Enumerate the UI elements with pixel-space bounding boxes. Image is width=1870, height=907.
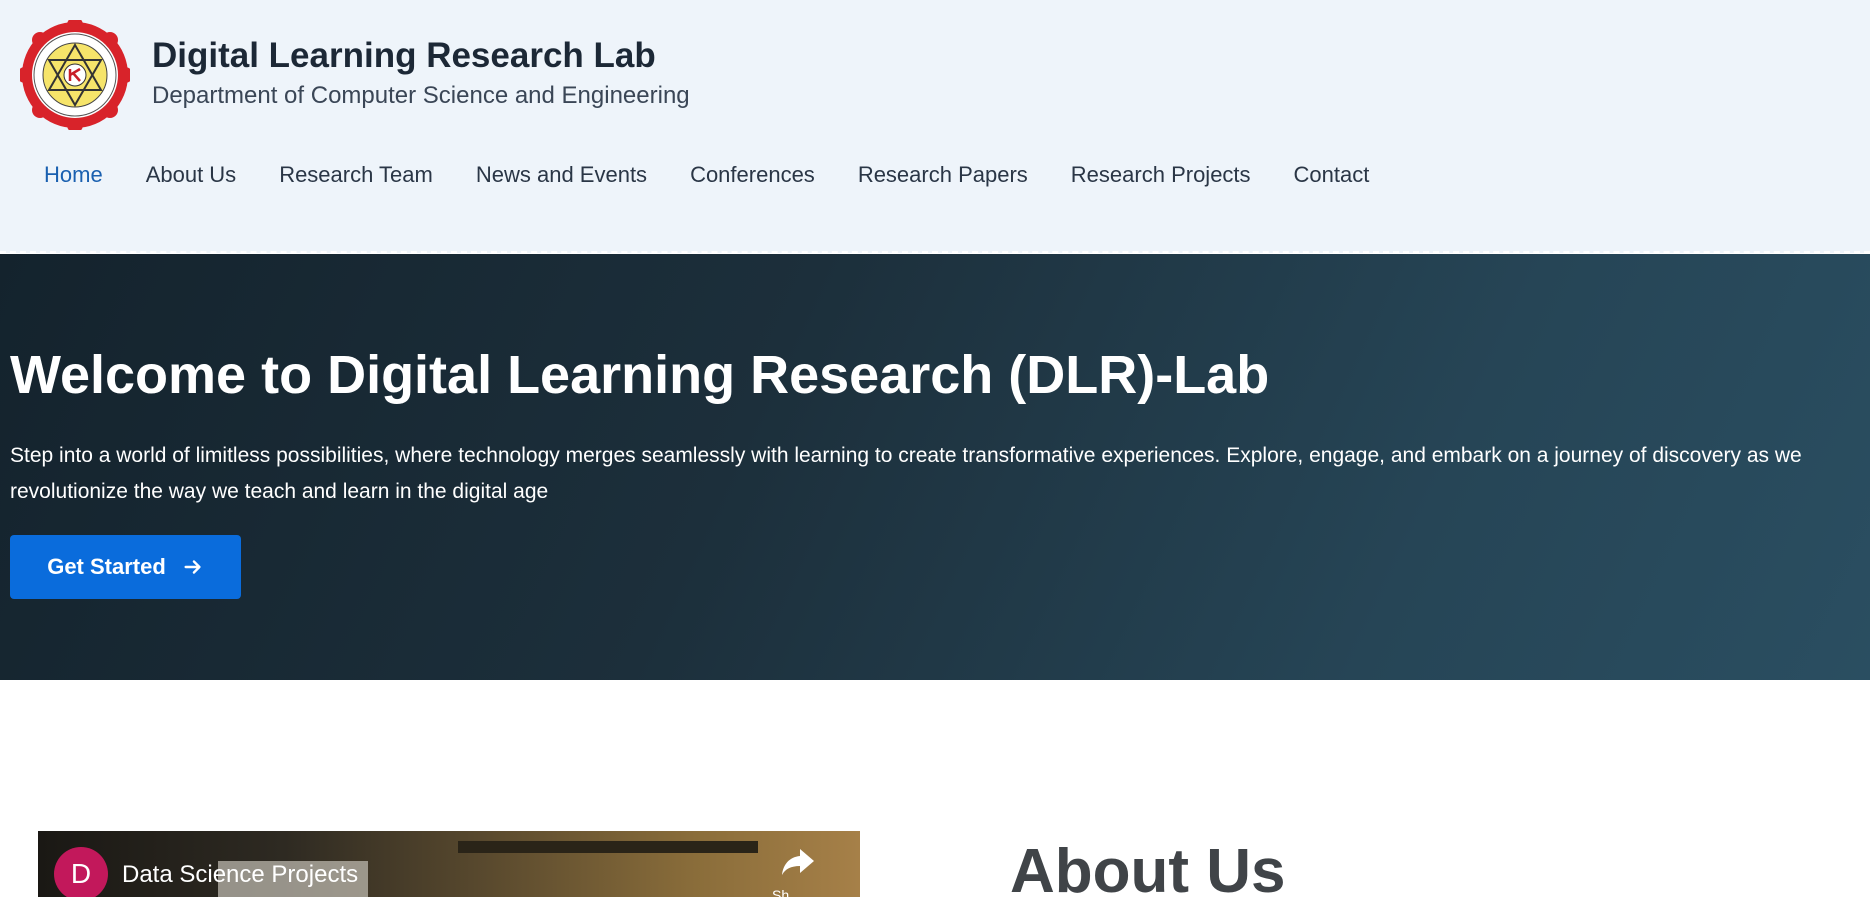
- nav-item-home[interactable]: Home: [44, 162, 103, 188]
- nav-item-research-team[interactable]: Research Team: [279, 162, 433, 188]
- nav-item-research-papers[interactable]: Research Papers: [858, 162, 1028, 188]
- arrow-right-icon: [184, 560, 201, 574]
- nav-item-contact[interactable]: Contact: [1294, 162, 1370, 188]
- channel-avatar[interactable]: D: [54, 847, 108, 897]
- site-title[interactable]: Digital Learning Research Lab: [152, 36, 656, 76]
- share-icon[interactable]: [780, 847, 816, 877]
- nav-item-research-projects[interactable]: Research Projects: [1071, 162, 1251, 188]
- nav-item-news-and-events[interactable]: News and Events: [476, 162, 647, 188]
- video-title[interactable]: Data Science Projects: [122, 861, 358, 889]
- site-subtitle: Department of Computer Science and Engin…: [152, 82, 690, 109]
- university-logo[interactable]: [20, 20, 130, 130]
- about-us-heading: About Us: [1010, 837, 1286, 906]
- site-header: Digital Learning Research Lab Department…: [0, 0, 1870, 253]
- get-started-label: Get Started: [47, 554, 166, 579]
- get-started-button[interactable]: Get Started: [10, 535, 241, 599]
- nav-item-about-us[interactable]: About Us: [146, 162, 237, 188]
- nav-item-conferences[interactable]: Conferences: [690, 162, 815, 188]
- hero-title: Welcome to Digital Learning Research (DL…: [10, 345, 1270, 405]
- youtube-video-embed[interactable]: D Data Science Projects Sh: [38, 831, 860, 897]
- hero-description: Step into a world of limitless possibili…: [10, 444, 1802, 503]
- hero-section: Welcome to Digital Learning Research (DL…: [0, 254, 1870, 680]
- main-nav: Home About Us Research Team News and Eve…: [44, 162, 1412, 188]
- share-label[interactable]: Sh: [772, 887, 789, 897]
- video-thumbnail-detail: [458, 841, 758, 853]
